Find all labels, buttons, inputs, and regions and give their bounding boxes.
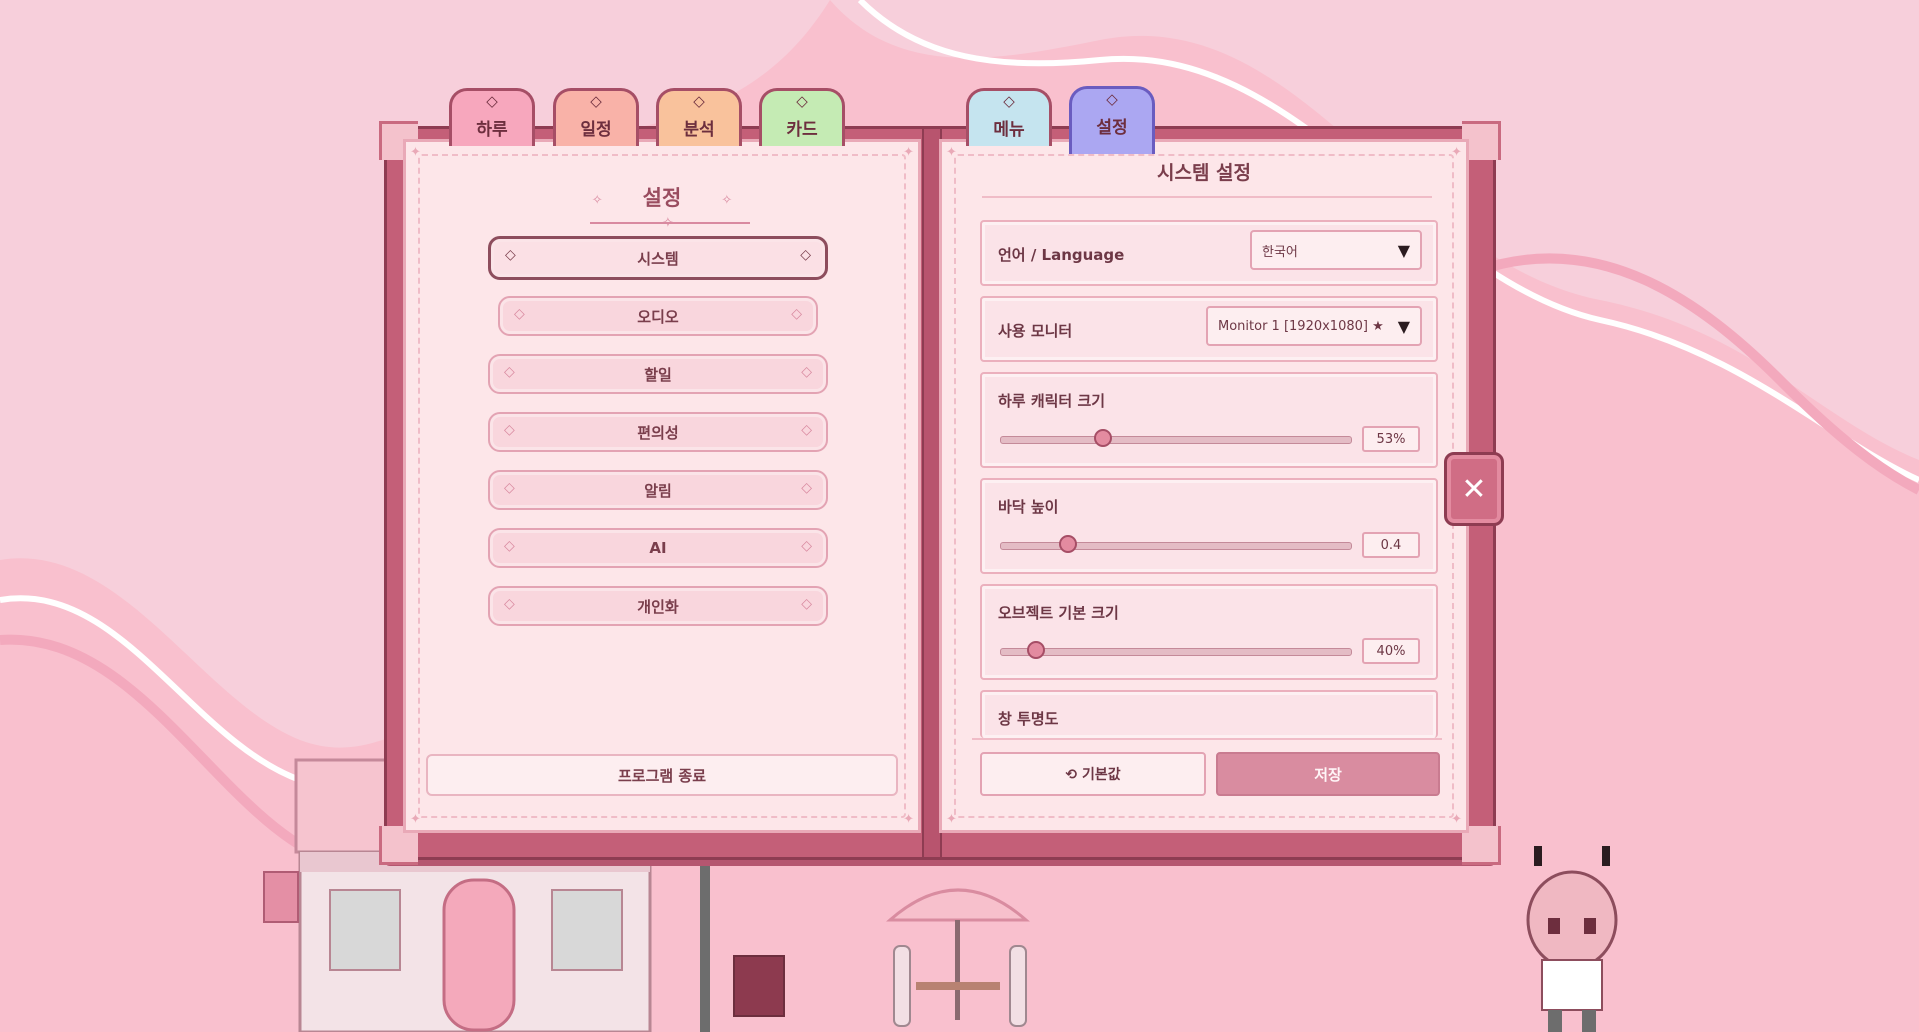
tab-haru[interactable]: ◇ 하루 — [449, 88, 535, 146]
monitor-label: 사용 모니터 — [998, 322, 1073, 340]
corner-star-icon: ✦ — [903, 145, 914, 160]
gem-icon: ◇ — [801, 538, 812, 554]
tab-label: 분석 — [683, 120, 715, 140]
object-size-row: 오브젝트 기본 크기 40% — [980, 584, 1438, 680]
slider-thumb[interactable] — [1027, 641, 1045, 659]
menu-button-system[interactable]: ◇ 시스템 ◇ — [488, 236, 828, 280]
gem-icon: ◇ — [514, 306, 525, 322]
menu-button-label: 할일 — [644, 365, 672, 384]
gem-icon: ◇ — [801, 364, 812, 380]
close-icon: ✕ — [1461, 471, 1487, 507]
gem-icon: ◇ — [505, 247, 516, 263]
tab-label: 카드 — [786, 120, 818, 140]
gem-icon: ✧ — [662, 215, 674, 231]
gem-icon: ◇ — [504, 364, 515, 380]
corner-star-icon: ✦ — [410, 812, 421, 827]
gem-icon: ◇ — [504, 596, 515, 612]
left-page-heading: ✧ 설정 ✧ — [406, 182, 918, 212]
menu-button-label: 개인화 — [637, 597, 679, 616]
floor-height-slider[interactable] — [1000, 535, 1352, 553]
tab-card[interactable]: ◇ 카드 — [759, 88, 845, 146]
language-select[interactable]: 한국어 ▼ — [1250, 230, 1422, 270]
gem-icon: ◇ — [801, 480, 812, 496]
language-label: 언어 / Language — [998, 246, 1125, 264]
dropdown-arrow-icon: ▼ — [1397, 317, 1410, 336]
settings-book: ✦ ✦ ✦ ✦ ✧ 설정 ✧ ✧ ◇ 시스템 ◇ ◇ 오디오 ◇ ◇ 할일 ◇ ◇ … — [379, 121, 1501, 865]
gem-icon: ◇ — [504, 422, 515, 438]
sparkle-icon: ✧ — [721, 193, 733, 208]
monitor-value: Monitor 1 [1920x1080] ★ — [1218, 318, 1384, 334]
gem-icon: ◇ — [800, 247, 811, 263]
object-size-value[interactable]: 40% — [1362, 638, 1420, 664]
tab-analysis[interactable]: ◇ 분석 — [656, 88, 742, 146]
menu-button-convenience[interactable]: ◇ 편의성 ◇ — [488, 412, 828, 452]
dropdown-arrow-icon: ▼ — [1397, 241, 1410, 260]
diamond-icon: ◇ — [796, 92, 808, 110]
language-value: 한국어 — [1262, 244, 1298, 260]
floor-height-value[interactable]: 0.4 — [1362, 532, 1420, 558]
section-title: 시스템 설정 — [1156, 162, 1251, 184]
object-size-slider[interactable] — [1000, 641, 1352, 659]
window-opacity-row: 창 투명도 — [980, 690, 1438, 738]
page-title: 설정 — [642, 186, 682, 210]
object-size-label: 오브젝트 기본 크기 — [998, 604, 1119, 622]
menu-button-personalization[interactable]: ◇ 개인화 ◇ — [488, 586, 828, 626]
character-size-value[interactable]: 53% — [1362, 426, 1420, 452]
menu-button-label: 오디오 — [637, 307, 679, 326]
character-size-row: 하루 캐릭터 크기 53% — [980, 372, 1438, 468]
tab-label: 하루 — [476, 120, 508, 140]
slider-thumb[interactable] — [1058, 535, 1077, 553]
diamond-icon: ◇ — [1003, 92, 1015, 110]
gem-icon: ◇ — [504, 480, 515, 496]
tab-menu[interactable]: ◇ 메뉴 — [966, 88, 1052, 146]
left-page: ✦ ✦ ✦ ✦ ✧ 설정 ✧ ✧ ◇ 시스템 ◇ ◇ 오디오 ◇ ◇ 할일 ◇ ◇ … — [403, 139, 921, 833]
menu-button-label: 알림 — [644, 481, 672, 500]
gem-icon: ◇ — [801, 596, 812, 612]
monitor-row: 사용 모니터 Monitor 1 [1920x1080] ★ ▼ — [980, 296, 1438, 362]
slider-thumb[interactable] — [1093, 429, 1112, 447]
right-page: ✦ ✦ ✦ ✦ 시스템 설정 언어 / Language 한국어 ▼ 사용 모니… — [939, 139, 1469, 833]
gem-icon: ◇ — [801, 422, 812, 438]
menu-button-ai[interactable]: ◇ AI ◇ — [488, 528, 828, 568]
character-size-slider[interactable] — [1000, 429, 1352, 447]
tab-label: 설정 — [1096, 118, 1128, 138]
menu-button-audio[interactable]: ◇ 오디오 ◇ — [498, 296, 818, 336]
menu-button-todo[interactable]: ◇ 할일 ◇ — [488, 354, 828, 394]
diamond-icon: ◇ — [486, 92, 498, 110]
sparkle-icon: ✧ — [591, 193, 603, 208]
footer-divider — [972, 738, 1442, 740]
menu-button-label: AI — [649, 539, 667, 557]
tab-settings[interactable]: ◇ 설정 — [1069, 86, 1155, 154]
language-row: 언어 / Language 한국어 ▼ — [980, 220, 1438, 286]
tab-schedule[interactable]: ◇ 일정 — [553, 88, 639, 146]
corner-star-icon: ✦ — [946, 812, 957, 827]
quit-program-button[interactable]: 프로그램 종료 — [426, 754, 898, 796]
floor-height-row: 바닥 높이 0.4 — [980, 478, 1438, 574]
floor-height-label: 바닥 높이 — [998, 498, 1059, 516]
diamond-icon: ◇ — [693, 92, 705, 110]
diamond-icon: ◇ — [590, 92, 602, 110]
tab-label: 메뉴 — [993, 120, 1025, 140]
title-divider — [982, 196, 1432, 198]
corner-star-icon: ✦ — [903, 812, 914, 827]
menu-button-label: 시스템 — [637, 249, 679, 268]
gem-icon: ◇ — [791, 306, 802, 322]
window-opacity-label: 창 투명도 — [998, 710, 1059, 728]
tab-label: 일정 — [580, 120, 612, 140]
gem-icon: ◇ — [504, 538, 515, 554]
menu-button-notifications[interactable]: ◇ 알림 ◇ — [488, 470, 828, 510]
character-size-label: 하루 캐릭터 크기 — [998, 392, 1106, 410]
close-button[interactable]: ✕ — [1444, 452, 1504, 526]
diamond-icon: ◇ — [1106, 90, 1118, 108]
monitor-select[interactable]: Monitor 1 [1920x1080] ★ ▼ — [1206, 306, 1422, 346]
corner-star-icon: ✦ — [1451, 812, 1462, 827]
corner-star-icon: ✦ — [410, 145, 421, 160]
save-button[interactable]: 저장 — [1216, 752, 1440, 796]
reset-defaults-button[interactable]: ⟲ 기본값 — [980, 752, 1206, 796]
menu-button-label: 편의성 — [637, 423, 679, 442]
